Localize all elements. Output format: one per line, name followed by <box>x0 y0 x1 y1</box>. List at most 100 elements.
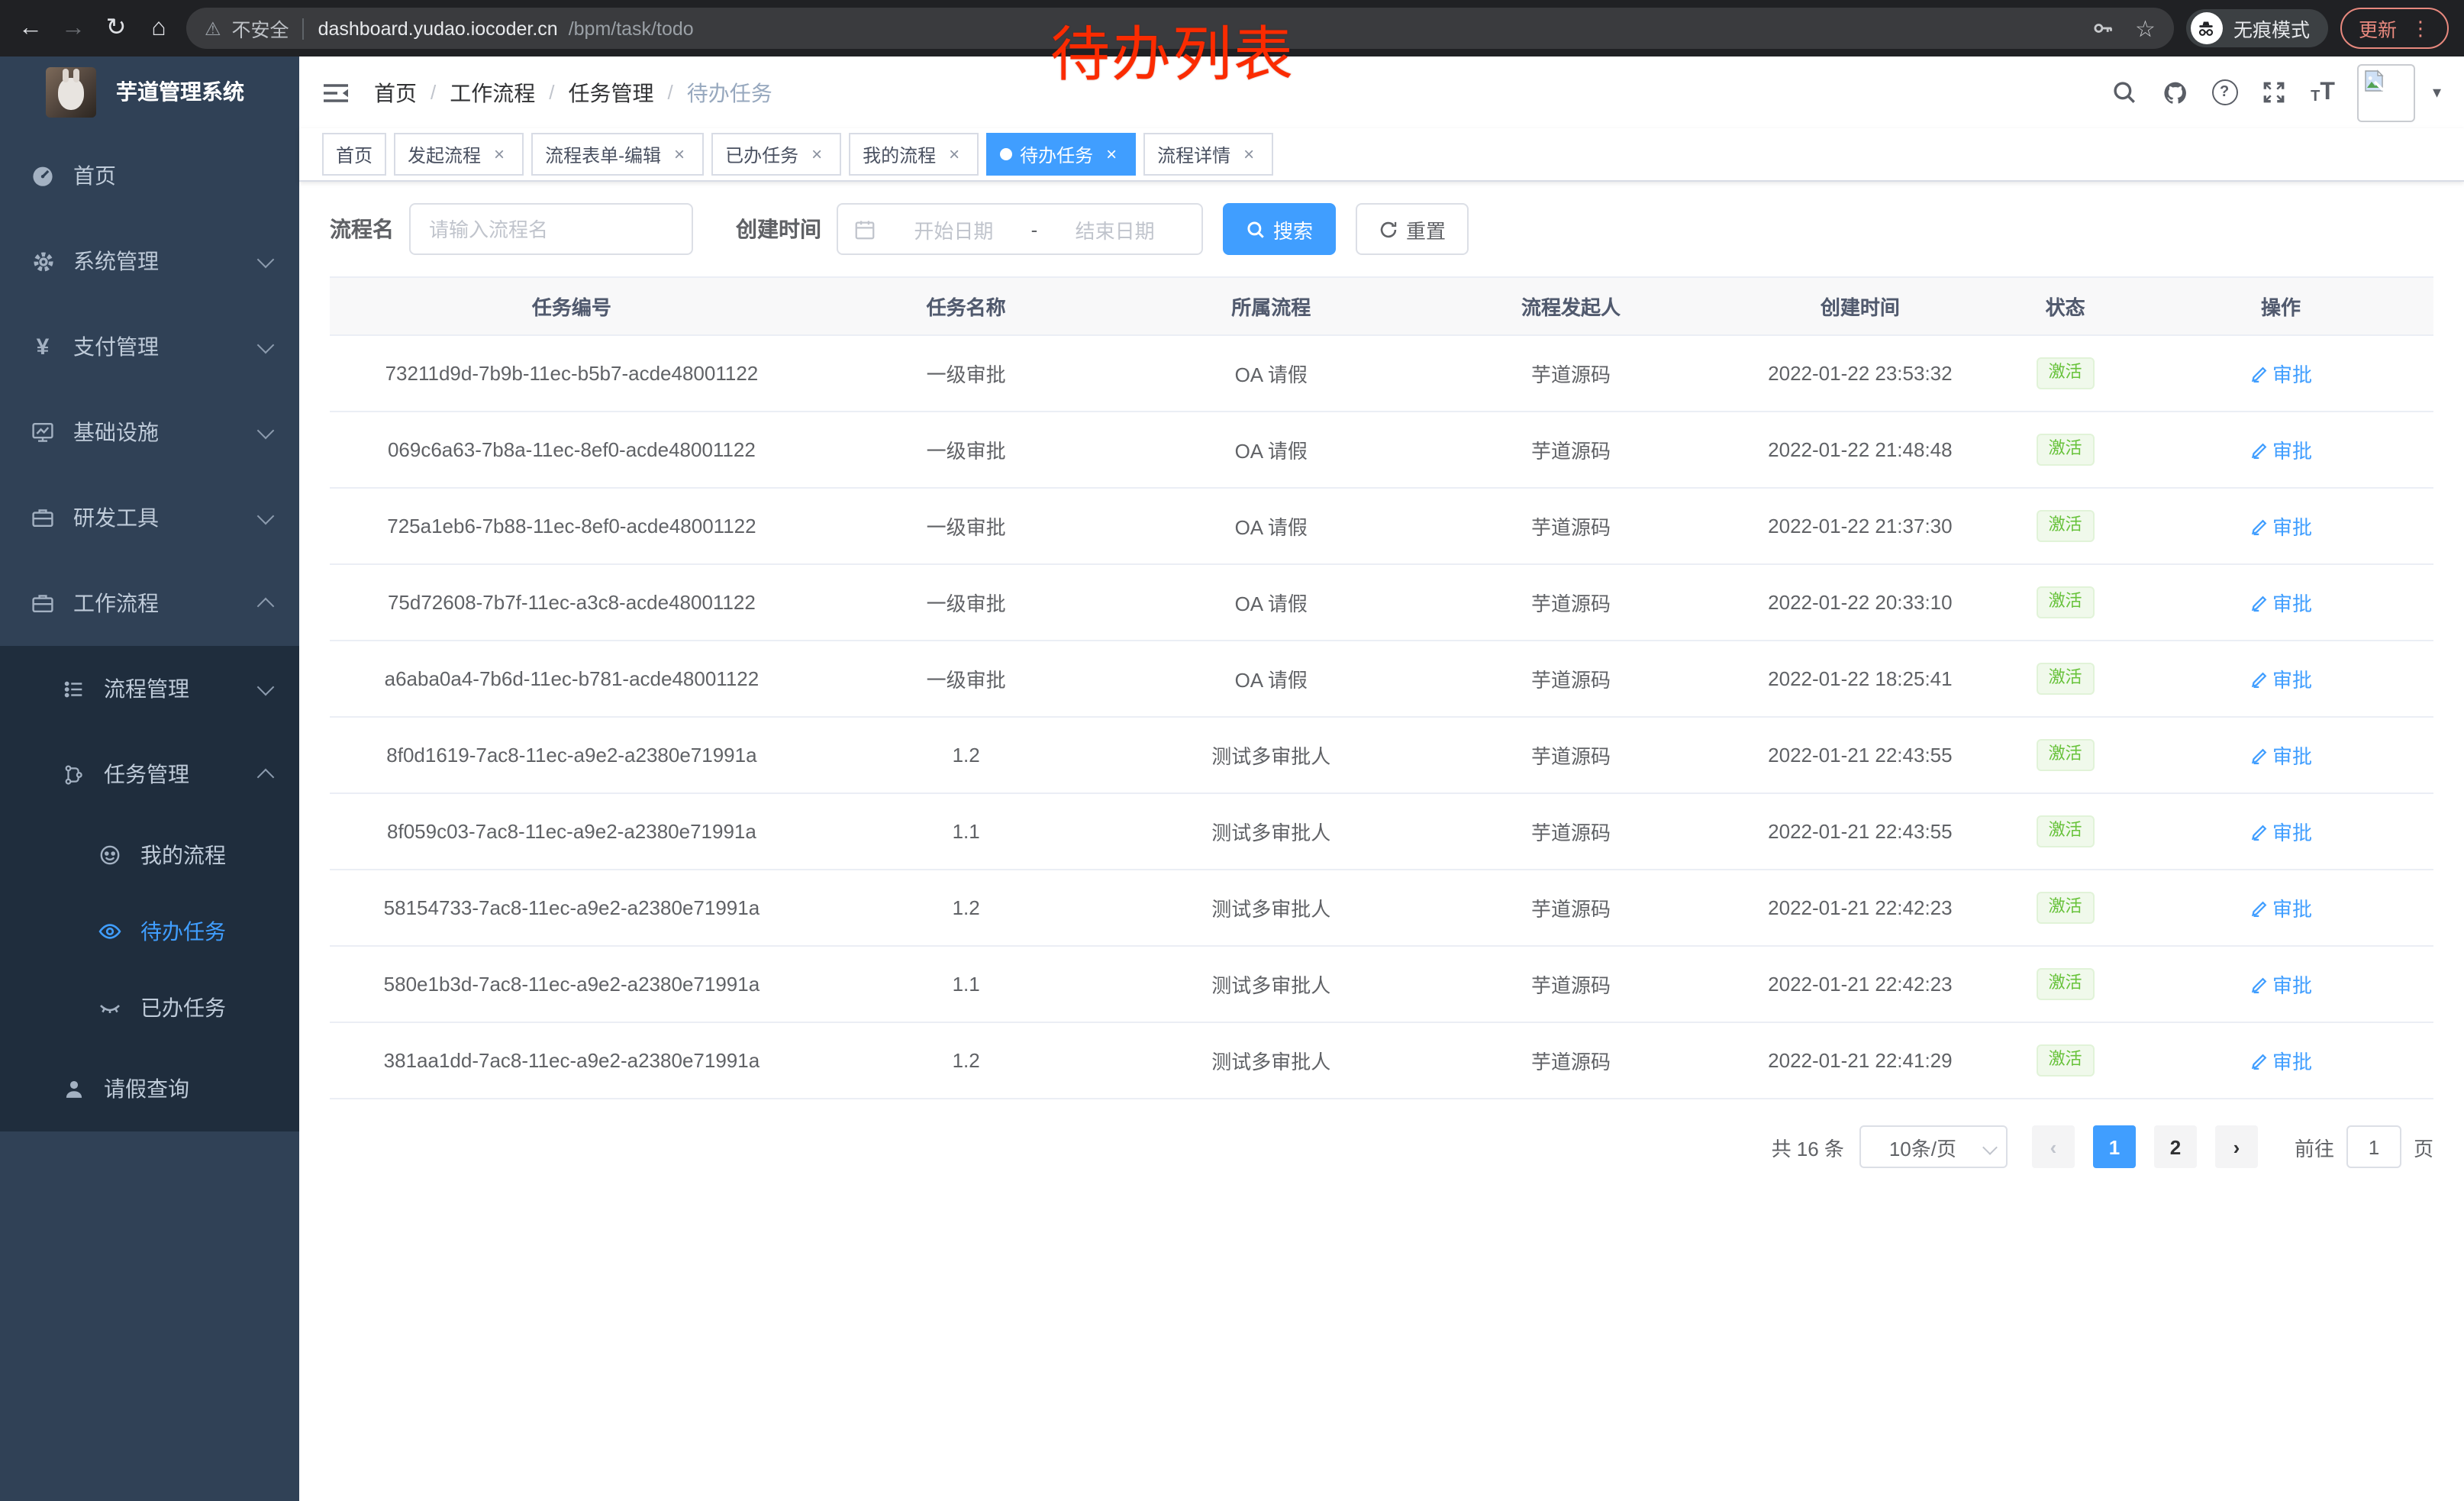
col-header-status: 状态 <box>2002 292 2128 321</box>
search-button[interactable]: 搜索 <box>1223 203 1336 255</box>
table-row: 381aa1dd-7ac8-11ec-a9e2-a2380e71991a 1.2… <box>330 1023 2433 1099</box>
process-name-input[interactable] <box>409 203 693 255</box>
edit-icon <box>2250 899 2268 917</box>
close-icon[interactable]: × <box>1101 144 1122 165</box>
approve-link[interactable]: 审批 <box>2250 970 2312 999</box>
github-icon[interactable] <box>2161 79 2188 106</box>
process-name-label: 流程名 <box>330 214 394 244</box>
approve-link[interactable]: 审批 <box>2250 893 2312 922</box>
tab-my-process[interactable]: 我的流程× <box>849 133 979 176</box>
tab-home[interactable]: 首页 <box>322 133 386 176</box>
breadcrumb-current: 待办任务 <box>687 77 772 108</box>
update-button[interactable]: 更新 ⋮ <box>2340 8 2449 49</box>
url-host: dashboard.yudao.iocoder.cn <box>318 18 558 39</box>
approve-link[interactable]: 审批 <box>2250 359 2312 388</box>
close-icon[interactable]: × <box>806 144 827 165</box>
reload-icon[interactable]: ↻ <box>101 16 131 40</box>
sidebar-item-done-tasks[interactable]: 已办任务 <box>0 970 299 1046</box>
date-range-picker[interactable]: 开始日期 - 结束日期 <box>837 203 1203 255</box>
sidebar-item-my-process[interactable]: 我的流程 <box>0 817 299 893</box>
page-1-button[interactable]: 1 <box>2093 1125 2136 1168</box>
prev-page-button[interactable]: ‹ <box>2032 1125 2075 1168</box>
sidebar-item-todo-tasks[interactable]: 待办任务 <box>0 893 299 970</box>
url-path: /bpm/task/todo <box>569 18 694 39</box>
key-icon[interactable] <box>2089 15 2117 42</box>
approve-link[interactable]: 审批 <box>2250 588 2312 617</box>
chevron-down-icon <box>257 679 275 696</box>
tab-todo-tasks[interactable]: 待办任务× <box>986 133 1136 176</box>
tags-view: 首页 发起流程× 流程表单-编辑× 已办任务× 我的流程× 待办任务× 流程详情… <box>299 128 2464 182</box>
close-icon[interactable]: × <box>669 144 690 165</box>
browser-menu-icon[interactable]: ⋮ <box>2411 16 2430 40</box>
approve-link[interactable]: 审批 <box>2250 512 2312 541</box>
table-row: 069c6a63-7b8a-11ec-8ef0-acde48001122 一级审… <box>330 412 2433 489</box>
tab-process-detail[interactable]: 流程详情× <box>1143 133 1273 176</box>
table-header-row: 任务编号 任务名称 所属流程 流程发起人 创建时间 状态 操作 <box>330 278 2433 336</box>
approve-link[interactable]: 审批 <box>2250 664 2312 693</box>
close-icon[interactable]: × <box>943 144 965 165</box>
edit-icon <box>2250 517 2268 535</box>
active-dot <box>1000 148 1012 160</box>
sidebar-fold-icon[interactable] <box>322 80 350 105</box>
briefcase-icon <box>31 591 55 615</box>
tab-start-process[interactable]: 发起流程× <box>394 133 524 176</box>
breadcrumb-home[interactable]: 首页 <box>374 77 417 108</box>
sidebar-item-system[interactable]: 系统管理 <box>0 218 299 304</box>
search-icon[interactable] <box>2111 79 2138 106</box>
goto-unit: 页 <box>2414 1132 2433 1161</box>
breadcrumb-workflow[interactable]: 工作流程 <box>450 77 535 108</box>
fullscreen-icon[interactable] <box>2260 79 2288 106</box>
col-header-initiator: 流程发起人 <box>1424 292 1718 321</box>
sidebar-item-leave-query[interactable]: 请假查询 <box>0 1046 299 1131</box>
edit-icon <box>2250 975 2268 993</box>
breadcrumb-task-mgmt[interactable]: 任务管理 <box>569 77 654 108</box>
tab-form-edit[interactable]: 流程表单-编辑× <box>531 133 704 176</box>
chevron-down-icon <box>1982 1140 1998 1155</box>
sidebar-item-devtools[interactable]: 研发工具 <box>0 475 299 560</box>
page-2-button[interactable]: 2 <box>2154 1125 2197 1168</box>
col-header-action: 操作 <box>2128 292 2433 321</box>
app-logo-row[interactable]: 芋道管理系统 <box>0 56 299 127</box>
approve-link[interactable]: 审批 <box>2250 1046 2312 1075</box>
sidebar-item-process-mgmt[interactable]: 流程管理 <box>0 646 299 731</box>
sidebar-item-label: 流程管理 <box>104 673 189 704</box>
security-label[interactable]: 不安全 <box>232 14 289 43</box>
approve-link[interactable]: 审批 <box>2250 741 2312 770</box>
help-icon[interactable]: ? <box>2211 79 2237 105</box>
tab-done-tasks[interactable]: 已办任务× <box>711 133 841 176</box>
incognito-label: 无痕模式 <box>2233 14 2310 43</box>
table-row: 8f0d1619-7ac8-11ec-a9e2-a2380e71991a 1.2… <box>330 718 2433 794</box>
approve-link[interactable]: 审批 <box>2250 817 2312 846</box>
sidebar-item-label: 系统管理 <box>73 246 159 276</box>
avatar[interactable] <box>2358 63 2416 121</box>
sidebar-item-home[interactable]: 首页 <box>0 133 299 218</box>
sidebar-item-payment[interactable]: ¥ 支付管理 <box>0 304 299 389</box>
close-icon[interactable]: × <box>1238 144 1259 165</box>
reset-button[interactable]: 重置 <box>1356 203 1469 255</box>
col-header-process: 所属流程 <box>1118 292 1424 321</box>
home-icon[interactable]: ⌂ <box>144 16 174 40</box>
approve-link[interactable]: 审批 <box>2250 435 2312 464</box>
back-icon[interactable]: ← <box>15 16 46 40</box>
col-header-created: 创建时间 <box>1718 292 2002 321</box>
close-icon[interactable]: × <box>489 144 510 165</box>
table-row: 73211d9d-7b9b-11ec-b5b7-acde48001122 一级审… <box>330 336 2433 412</box>
sidebar-item-infra[interactable]: 基础设施 <box>0 389 299 475</box>
status-badge: 激活 <box>2037 892 2095 924</box>
bookmark-star-icon[interactable]: ☆ <box>2135 15 2156 42</box>
forward-icon[interactable]: → <box>58 16 89 40</box>
sidebar-item-task-mgmt[interactable]: 任务管理 <box>0 731 299 817</box>
avatar-caret-icon[interactable]: ▾ <box>2433 82 2441 102</box>
sidebar-item-workflow[interactable]: 工作流程 <box>0 560 299 646</box>
font-size-icon[interactable]: TT <box>2311 80 2335 105</box>
edit-icon <box>2250 441 2268 459</box>
next-page-button[interactable]: › <box>2215 1125 2258 1168</box>
filter-form: 流程名 创建时间 开始日期 - 结束日期 搜索 重 <box>330 203 2433 255</box>
update-label: 更新 <box>2359 14 2397 43</box>
chevron-down-icon <box>257 422 275 440</box>
page-size-select[interactable]: 10条/页 <box>1859 1125 2008 1168</box>
goto-page-input[interactable] <box>2346 1125 2401 1168</box>
screen: ← → ↻ ⌂ ⚠ 不安全 dashboard.yudao.iocoder.cn… <box>0 0 2464 1501</box>
sidebar-item-label: 待办任务 <box>140 916 226 947</box>
address-divider <box>303 18 305 39</box>
